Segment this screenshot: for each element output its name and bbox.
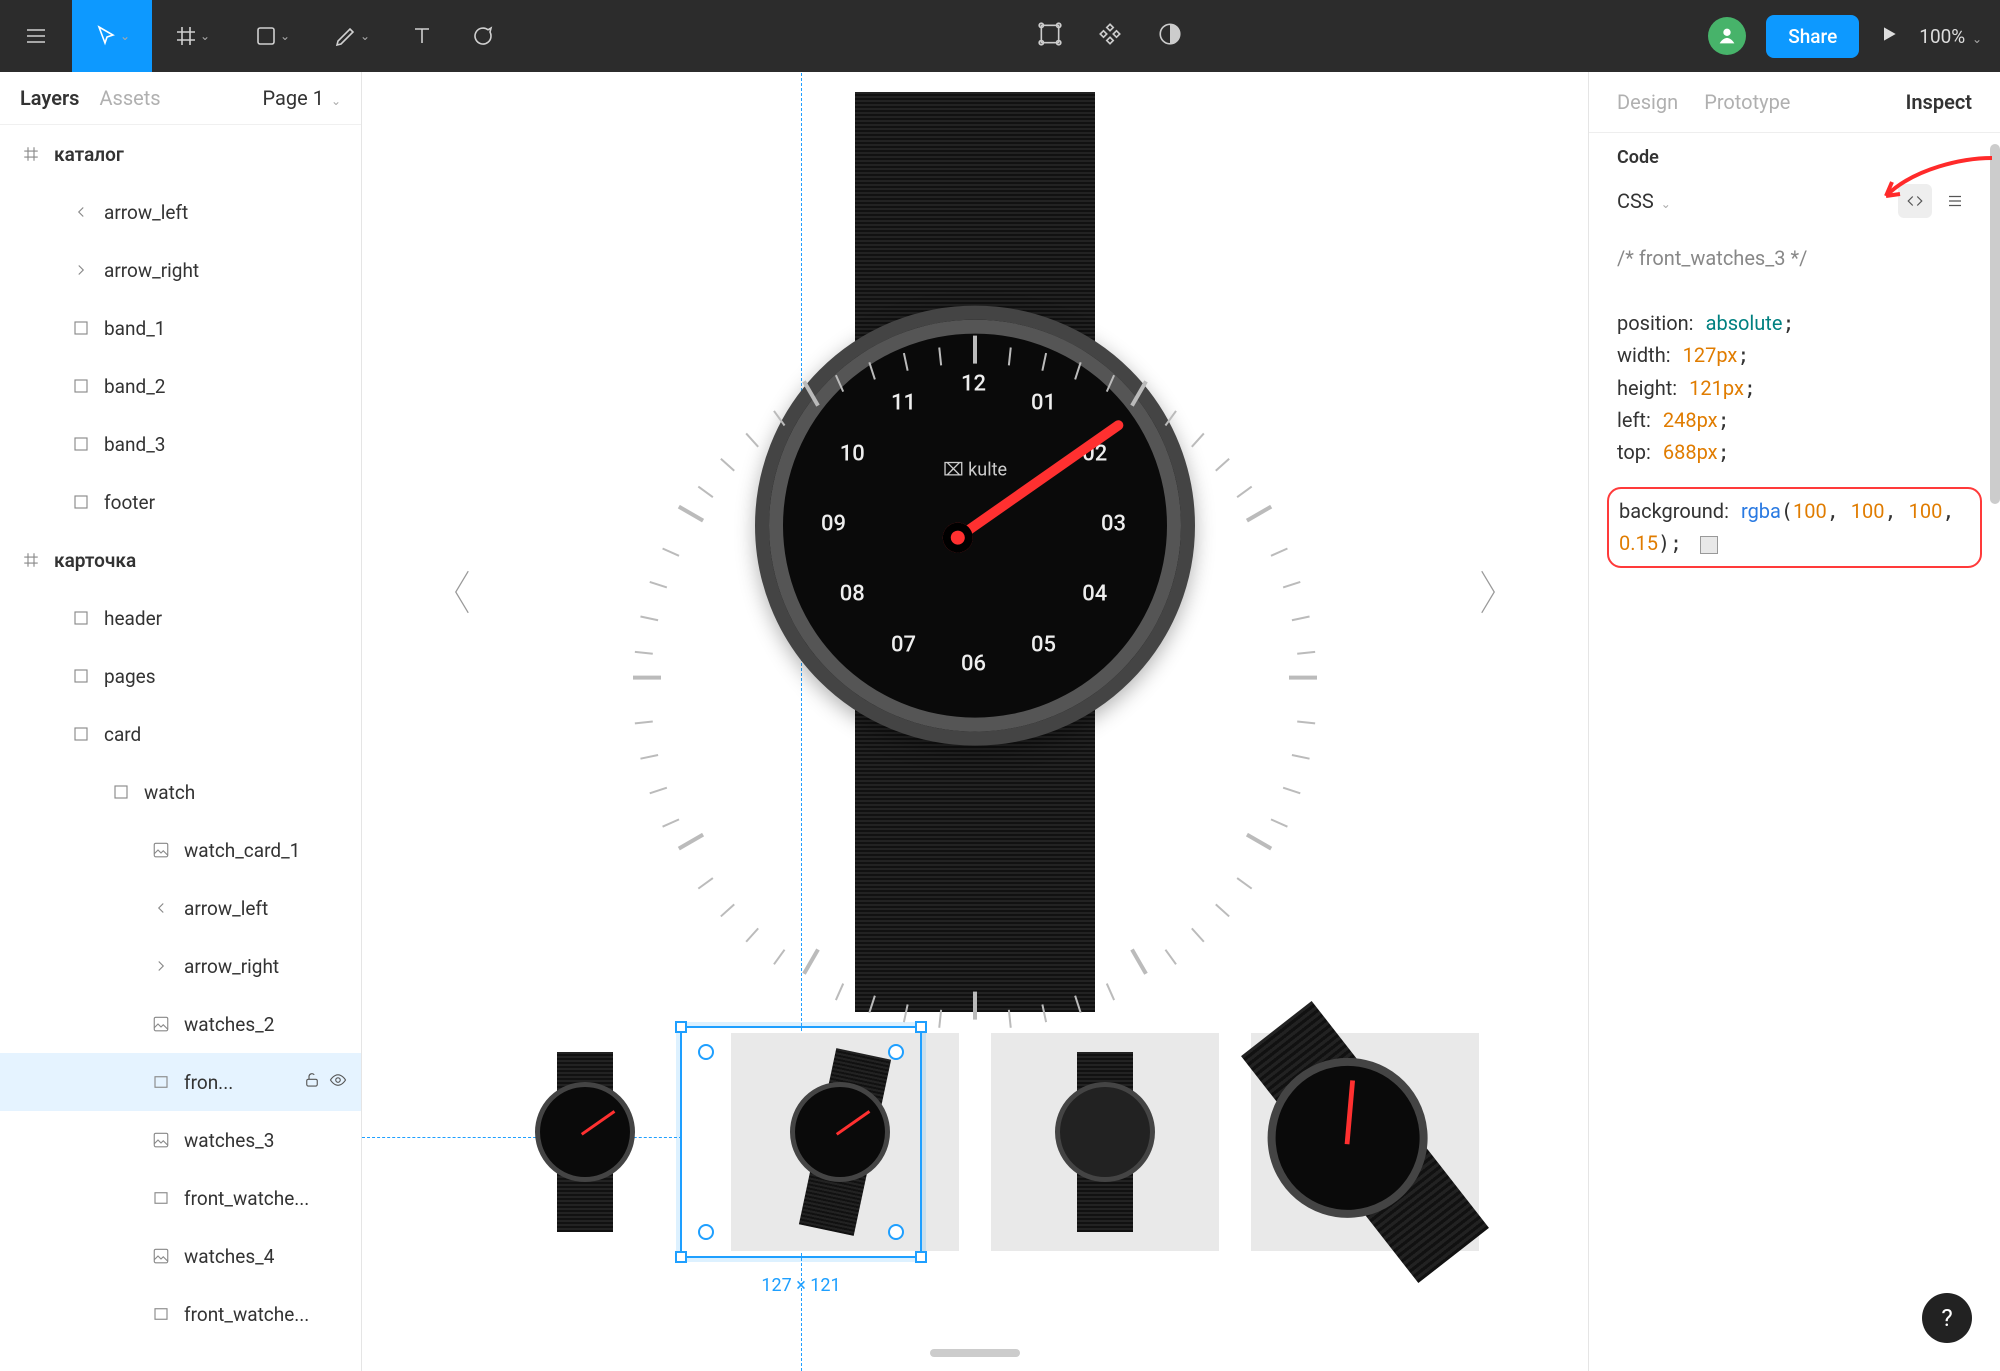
canvas-scroll-indicator[interactable] [930,1349,1020,1357]
frame-card[interactable]: карточка [0,531,361,589]
thumb-1[interactable] [471,1033,699,1251]
thumbnail-row [471,1033,1479,1251]
hero-watch-image: ⌧ kulte 120102030405060708091011 [745,92,1205,1012]
chevron-left-icon [70,201,92,223]
present-icon[interactable] [1879,24,1899,49]
image-icon [150,1129,172,1151]
layer-watch-card-1[interactable]: watch_card_1 [0,821,361,879]
layer-front-watches-b[interactable]: front_watche... [0,1285,361,1343]
unlock-icon[interactable] [303,1071,321,1094]
hamburger-menu-icon[interactable] [0,0,72,72]
rectangle-icon [150,1187,172,1209]
layer-front-watches-selected[interactable]: fron... [0,1053,361,1111]
thumb-4[interactable] [1251,1033,1479,1251]
thumb-3[interactable] [991,1033,1219,1251]
comment-tool-icon[interactable] [452,0,512,72]
selection-size-label: 127 × 121 [761,1275,840,1296]
tab-prototype[interactable]: Prototype [1704,90,1790,114]
image-icon [150,1013,172,1035]
rectangle-icon [150,1071,172,1093]
layer-arrow-left-2[interactable]: arrow_left [0,879,361,937]
mask-icon[interactable] [1157,21,1183,52]
group-icon [70,723,92,745]
shape-tool-icon[interactable]: ⌄ [232,0,312,72]
chevron-left-icon [150,897,172,919]
help-button[interactable]: ? [1922,1293,1972,1343]
layer-arrow-left[interactable]: arrow_left [0,183,361,241]
layer-watches-2[interactable]: watches_2 [0,995,361,1053]
layers-panel: Layers Assets Page 1 ⌄ каталог arrow_lef… [0,72,362,1371]
frame-icon [20,143,42,165]
layer-band2[interactable]: band_2 [0,357,361,415]
frame-icon [20,549,42,571]
image-icon [150,1245,172,1267]
image-icon [150,839,172,861]
selection-box[interactable]: 127 × 121 [680,1026,922,1258]
share-button[interactable]: Share [1766,15,1859,58]
text-tool-icon[interactable] [392,0,452,72]
layer-pages[interactable]: pages [0,647,361,705]
chevron-right-icon [150,955,172,977]
group-icon [70,665,92,687]
layer-band3[interactable]: band_3 [0,415,361,473]
group-icon [70,491,92,513]
tab-layers[interactable]: Layers [20,86,79,110]
carousel-prev-icon[interactable] [442,562,482,622]
annotation-arrow-icon [1874,152,1994,212]
tab-inspect[interactable]: Inspect [1906,90,1972,114]
tab-assets[interactable]: Assets [99,86,160,110]
layer-card[interactable]: card [0,705,361,763]
layer-footer[interactable]: footer [0,473,361,531]
layer-arrow-right-2[interactable]: arrow_right [0,937,361,995]
group-icon [70,433,92,455]
user-avatar-icon[interactable] [1708,17,1746,55]
frame-tool-icon[interactable]: ⌄ [152,0,232,72]
layer-arrow-right[interactable]: arrow_right [0,241,361,299]
css-code-block[interactable]: /* front_watches_3 */ position: absolute… [1589,232,2000,479]
layer-watch[interactable]: watch [0,763,361,821]
tab-design[interactable]: Design [1617,90,1678,114]
move-tool-icon[interactable]: ⌄ [72,0,152,72]
color-swatch[interactable] [1700,536,1718,554]
frame-catalog[interactable]: каталог [0,125,361,183]
inspect-panel: Design Prototype Inspect Code CSS ⌄ /* f… [1588,72,2000,1371]
layer-watches-3[interactable]: watches_3 [0,1111,361,1169]
eye-icon[interactable] [329,1071,347,1094]
canvas[interactable]: ⌧ kulte 120102030405060708091011 127 × 1… [362,72,1588,1371]
pen-tool-icon[interactable]: ⌄ [312,0,392,72]
components-icon[interactable] [1097,21,1123,52]
page-selector[interactable]: Page 1 ⌄ [263,86,341,110]
group-icon [110,781,132,803]
layer-watches-4[interactable]: watches_4 [0,1227,361,1285]
group-icon [70,607,92,629]
code-language-select[interactable]: CSS ⌄ [1617,189,1671,213]
layer-header[interactable]: header [0,589,361,647]
chevron-right-icon [70,259,92,281]
layer-front-watches-a[interactable]: front_watche... [0,1169,361,1227]
group-icon [70,375,92,397]
layer-band1[interactable]: band_1 [0,299,361,357]
top-toolbar: ⌄ ⌄ ⌄ ⌄ Share 100% ⌄ [0,0,2000,72]
rectangle-icon [150,1303,172,1325]
highlighted-css-background: background: rgba(100, 100, 100, 0.15); [1607,487,1982,568]
group-icon [70,317,92,339]
zoom-level[interactable]: 100% ⌄ [1919,25,1982,48]
select-group-icon[interactable] [1037,21,1063,52]
carousel-next-icon[interactable] [1468,562,1508,622]
